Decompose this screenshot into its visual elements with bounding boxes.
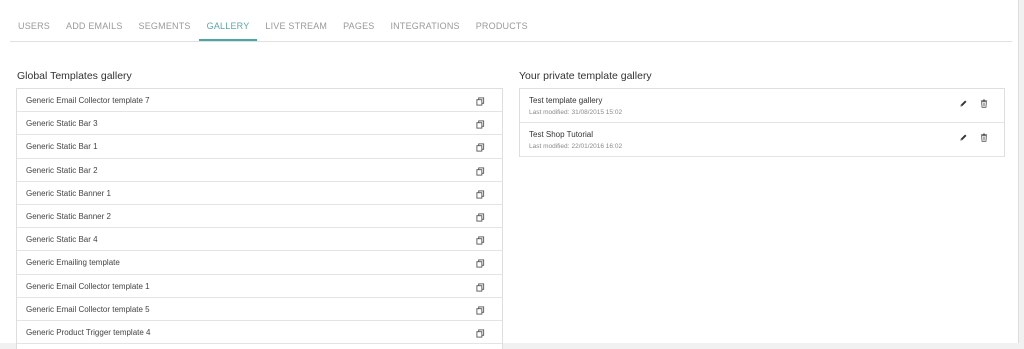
- global-template-row[interactable]: Generic Static Bar 2: [17, 159, 502, 182]
- private-templates-list: Test template gallery Last modified: 31/0…: [519, 88, 1005, 157]
- tab-integrations[interactable]: INTEGRATIONS: [382, 12, 467, 41]
- last-modified: Last modified: 31/08/2015 15:02: [529, 109, 622, 116]
- template-name: Generic Email Collector template 7: [26, 96, 150, 105]
- template-name: Generic Static Bar 3: [26, 119, 98, 129]
- template-name: Generic Email Collector template 5: [26, 304, 150, 314]
- gallery-panel: USERS ADD EMAILS SEGMENTS GALLERY LIVE S…: [0, 0, 1019, 349]
- global-template-row[interactable]: Generic Product Trigger template 4: [17, 321, 502, 345]
- copy-icon[interactable]: [476, 167, 485, 176]
- tab-segments[interactable]: SEGMENTS: [131, 12, 199, 41]
- tab-products[interactable]: PRODUCTS: [468, 12, 536, 41]
- copy-icon[interactable]: [476, 282, 485, 292]
- last-modified: Last modified: 22/01/2016 16:02: [529, 143, 622, 150]
- private-gallery-title: Your private template gallery: [519, 70, 652, 82]
- copy-icon[interactable]: [476, 236, 485, 245]
- trash-icon[interactable]: [980, 133, 988, 142]
- template-name: Test template gallery: [529, 96, 603, 105]
- global-template-row[interactable]: Generic Static Bar 3: [17, 112, 502, 136]
- template-name: Generic Static Banner 1: [26, 188, 111, 198]
- global-template-row[interactable]: Generic Email Collector template 7: [17, 89, 502, 113]
- copy-icon[interactable]: [476, 120, 485, 129]
- copy-icon[interactable]: [476, 190, 485, 199]
- private-template-row[interactable]: Test template gallery Last modified: 31/0…: [520, 89, 1004, 123]
- template-name: Generic Static Banner 2: [26, 211, 111, 221]
- template-name: Generic Static Bar 2: [26, 165, 98, 175]
- template-name: Test Shop Tutorial: [529, 130, 594, 139]
- global-template-row[interactable]: Generic Emailing template: [17, 251, 502, 275]
- template-name: Generic Static Bar 1: [26, 142, 98, 152]
- global-template-row[interactable]: Generic Static Banner 2: [17, 205, 502, 229]
- global-gallery-title: Global Templates gallery: [17, 70, 132, 82]
- tab-live-stream[interactable]: LIVE STREAM: [257, 12, 335, 41]
- global-template-row[interactable]: Generic Static Bar 1: [17, 135, 502, 159]
- last-modified-label: Last modified:: [529, 109, 570, 116]
- pencil-icon[interactable]: [959, 133, 968, 142]
- tab-add-emails[interactable]: ADD EMAILS: [58, 12, 131, 41]
- copy-icon[interactable]: [476, 213, 485, 222]
- tab-users[interactable]: USERS: [10, 12, 58, 41]
- global-template-row[interactable]: Generic Email Collector template 1: [17, 275, 502, 298]
- copy-icon[interactable]: [476, 259, 485, 268]
- global-template-row[interactable]: Generic Static Banner 1: [17, 182, 502, 205]
- last-modified-date: 31/08/2015 15:02: [571, 109, 623, 116]
- tab-gallery[interactable]: GALLERY: [198, 12, 258, 41]
- trash-icon[interactable]: [980, 99, 988, 108]
- copy-icon[interactable]: [476, 143, 485, 152]
- copy-icon[interactable]: [476, 97, 485, 106]
- copy-icon[interactable]: [476, 306, 485, 315]
- global-templates-list: Generic Email Collector template 7 Gener…: [16, 88, 503, 349]
- global-template-row[interactable]: Generic Email Collector template 5: [17, 298, 502, 321]
- pencil-icon[interactable]: [959, 99, 968, 108]
- last-modified-date: 22/01/2016 16:02: [571, 143, 623, 150]
- global-template-row[interactable]: Generic Static Bar 4: [17, 228, 502, 252]
- tab-bar: USERS ADD EMAILS SEGMENTS GALLERY LIVE S…: [10, 12, 1012, 42]
- template-name: Generic Product Trigger template 4: [26, 327, 151, 337]
- tab-pages[interactable]: PAGES: [335, 12, 382, 41]
- template-name: Generic Email Collector template 1: [26, 281, 150, 291]
- copy-icon[interactable]: [476, 329, 485, 338]
- template-name: Generic Static Bar 4: [26, 235, 98, 245]
- template-name: Generic Emailing template: [26, 258, 120, 268]
- private-template-row[interactable]: Test Shop Tutorial Last modified: 22/01/2…: [520, 123, 1004, 157]
- last-modified-label: Last modified:: [529, 143, 570, 150]
